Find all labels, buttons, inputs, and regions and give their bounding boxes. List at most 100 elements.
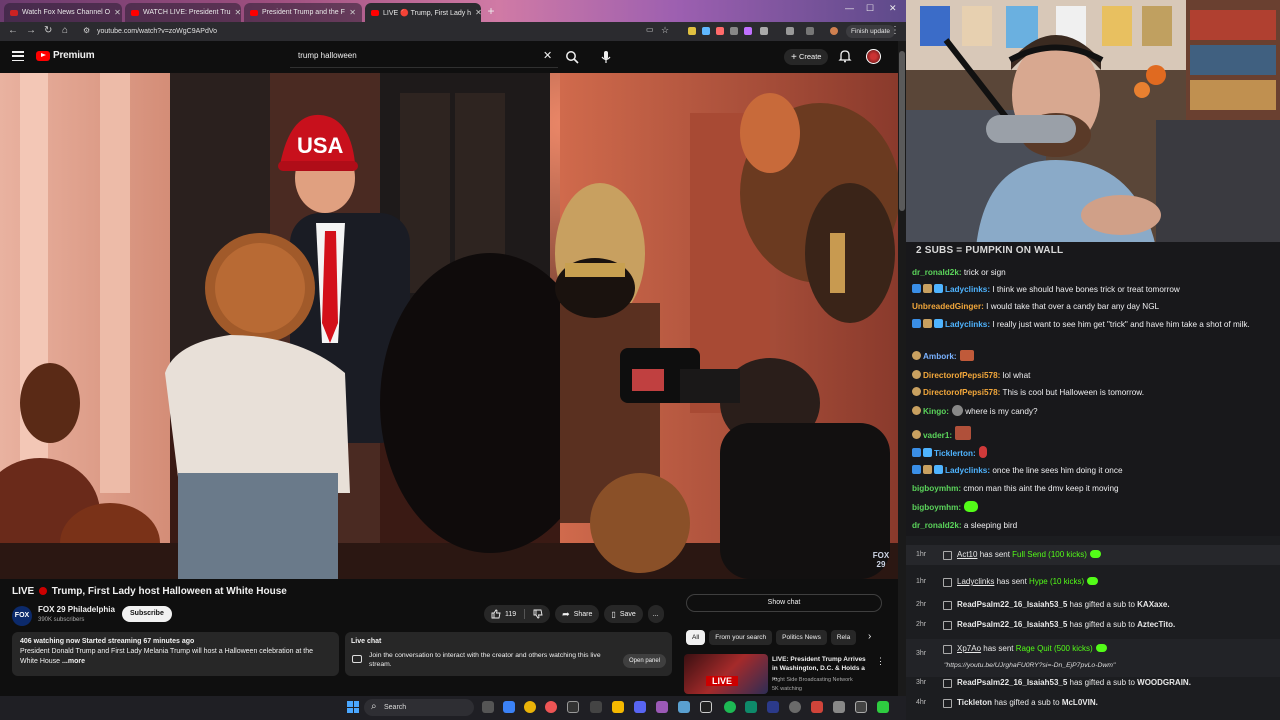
recommended-video[interactable]: LIVE LIVE: President Trump Arrives in Wa… [684,654,885,694]
create-button[interactable]: + Create [784,49,829,65]
chip-related[interactable]: Rela [830,630,857,645]
scrollbar-thumb[interactable] [899,51,905,211]
site-info-icon[interactable]: ⚙ [83,26,90,35]
feed-user[interactable]: ReadPsalm22_16_Isaiah53_5 [957,620,1067,629]
chat-username[interactable]: Kingo: [923,407,949,416]
chat-username[interactable]: Ladyclinks: [945,320,990,329]
extension-icon[interactable] [730,27,738,35]
maximize-icon[interactable]: ☐ [866,3,874,14]
feed-user[interactable]: Xp7Ao [957,644,981,653]
kebab-menu-icon[interactable]: ⋮ [876,656,885,667]
chrome-icon[interactable] [524,701,536,713]
search-icon[interactable] [565,50,579,64]
extension-icon[interactable] [702,27,710,35]
chip-politics-news[interactable]: Politics News [776,630,827,645]
chat-username[interactable]: Ambork: [923,352,957,361]
thumbs-up-icon[interactable] [491,609,501,619]
chip-from-your-search[interactable]: From your search [709,630,773,645]
chat-username[interactable]: DirectorofPepsi578: [923,371,1000,380]
close-icon[interactable]: ✕ [235,8,241,17]
app-icon[interactable] [567,701,579,713]
thumbs-down-icon[interactable] [533,609,543,619]
minimize-icon[interactable]: — [845,3,854,13]
notifications-bell-icon[interactable] [838,49,852,63]
new-tab-icon[interactable]: + [484,4,498,18]
forward-icon[interactable]: → [26,25,36,36]
install-icon[interactable]: ▭ [646,25,654,34]
more-actions-button[interactable]: ... [647,605,664,623]
channel-avatar[interactable]: FOX 29 [12,606,32,639]
chat-username[interactable]: bigboymhm: [912,503,961,512]
browser-menu-icon[interactable]: ⋮ [890,25,900,36]
extension-icon[interactable] [744,27,752,35]
feed-user[interactable]: ReadPsalm22_16_Isaiah53_5 [957,600,1067,609]
feed-user[interactable]: Ladyclinks [957,577,994,586]
chat-username[interactable]: Ticklerton: [934,449,976,458]
chat-username[interactable]: DirectorofPepsi578: [923,388,1000,397]
chat-username[interactable]: Ladyclinks: [945,466,990,475]
clear-search-icon[interactable]: ✕ [543,49,552,62]
search-box[interactable]: trump halloween ✕ [290,46,558,68]
app-icon[interactable] [877,701,889,713]
app-icon[interactable] [855,701,867,713]
youtube-premium-logo[interactable]: Premium [36,50,95,61]
app-icon[interactable] [811,701,823,713]
chat-username[interactable]: vader1: [923,431,952,440]
search-input[interactable]: trump halloween [298,51,357,60]
close-icon[interactable]: ✕ [349,8,356,17]
show-chat-button[interactable]: Show chat [686,594,882,612]
task-view-icon[interactable] [482,701,494,713]
chat-username[interactable]: dr_ronald2k: [912,521,962,530]
home-icon[interactable]: ⌂ [62,25,68,36]
like-count[interactable]: 119 [505,611,516,618]
account-avatar[interactable] [866,49,881,64]
chat-username[interactable]: bigboymhm: [912,484,961,493]
open-panel-button[interactable]: Open panel [623,654,667,668]
close-window-icon[interactable]: ✕ [889,3,897,14]
sidebar-icon[interactable] [786,27,794,35]
share-button[interactable]: ➦ Share [555,605,600,623]
recommended-thumbnail[interactable]: LIVE [684,654,768,694]
video-player[interactable]: USA [0,73,898,579]
description-more-link[interactable]: ...more [60,658,85,665]
discord-icon[interactable] [634,701,646,713]
chat-username[interactable]: UnbreadedGinger: [912,302,984,311]
app-icon[interactable] [678,701,690,713]
extensions-puzzle-icon[interactable] [760,27,768,35]
app-icon[interactable] [545,701,557,713]
chevron-right-icon[interactable]: › [868,631,871,642]
app-icon[interactable] [590,701,602,713]
close-icon[interactable]: ✕ [114,8,121,17]
back-icon[interactable]: ← [8,25,18,36]
extension-icon[interactable] [716,27,724,35]
file-explorer-icon[interactable] [612,701,624,713]
app-icon[interactable] [789,701,801,713]
app-icon[interactable] [700,701,712,713]
app-icon[interactable] [503,701,515,713]
chat-username[interactable]: Ladyclinks: [945,285,990,294]
taskbar-search[interactable]: Search [364,698,474,716]
feed-user[interactable]: ReadPsalm22_16_Isaiah53_5 [957,678,1067,687]
menu-hamburger-icon[interactable] [12,51,24,62]
browser-tab[interactable]: Watch Fox News Channel O ✕ [4,3,122,22]
bookmark-star-icon[interactable]: ☆ [661,25,669,36]
extension-icon[interactable] [688,27,696,35]
browser-tab[interactable]: WATCH LIVE: President Tru ✕ [125,3,241,22]
description-box[interactable]: 406 watching now Started streaming 67 mi… [12,632,339,676]
url-field[interactable]: youtube.com/watch?v=zoWgC9APdVo [97,25,697,38]
save-button[interactable]: ▯ Save [604,605,643,623]
subscribe-button[interactable]: Subscribe [122,606,172,622]
feed-user[interactable]: Act10 [957,550,977,559]
profile-avatar-icon[interactable] [830,27,838,35]
app-icon[interactable] [833,701,845,713]
app-icon[interactable] [745,701,757,713]
spotify-icon[interactable] [724,701,736,713]
browser-tab-active[interactable]: LIVE 🔴 Trump, First Lady h ✕ [365,3,481,22]
feed-user[interactable]: Tickleton [957,698,992,707]
microphone-icon[interactable] [600,50,612,64]
browser-tab[interactable]: President Trump and the F ✕ [244,3,362,22]
page-scrollbar[interactable] [898,41,906,696]
windows-start-icon[interactable] [347,701,359,713]
downloads-icon[interactable] [806,27,814,35]
close-icon[interactable]: ✕ [475,8,481,17]
